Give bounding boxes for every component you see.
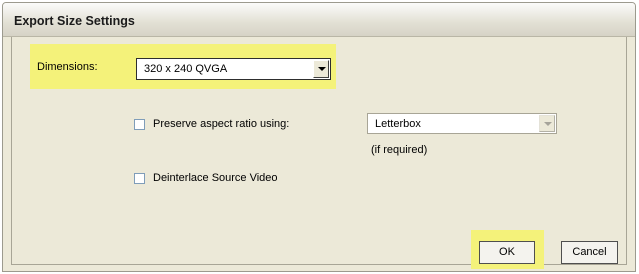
dimensions-dropdown-button[interactable] bbox=[313, 60, 329, 78]
dimensions-label: Dimensions: bbox=[37, 61, 98, 73]
chevron-down-icon bbox=[318, 67, 326, 71]
aspect-method-value: Letterbox bbox=[375, 118, 421, 130]
title-bar: Export Size Settings bbox=[3, 3, 635, 37]
chevron-down-icon bbox=[544, 122, 552, 126]
aspect-method-dropdown-button[interactable] bbox=[539, 115, 555, 132]
cancel-button[interactable]: Cancel bbox=[561, 241, 618, 264]
aspect-note: (if required) bbox=[371, 144, 428, 156]
aspect-method-dropdown[interactable]: Letterbox bbox=[367, 113, 557, 134]
ok-button[interactable]: OK bbox=[479, 241, 535, 264]
deinterlace-label: Deinterlace Source Video bbox=[153, 172, 278, 184]
preserve-aspect-checkbox[interactable] bbox=[134, 119, 145, 130]
preserve-aspect-label: Preserve aspect ratio using: bbox=[153, 118, 290, 130]
dialog-title: Export Size Settings bbox=[14, 14, 135, 28]
dimensions-value: 320 x 240 QVGA bbox=[144, 63, 228, 75]
deinterlace-checkbox[interactable] bbox=[134, 173, 145, 184]
dimensions-dropdown[interactable]: 320 x 240 QVGA bbox=[136, 58, 331, 80]
